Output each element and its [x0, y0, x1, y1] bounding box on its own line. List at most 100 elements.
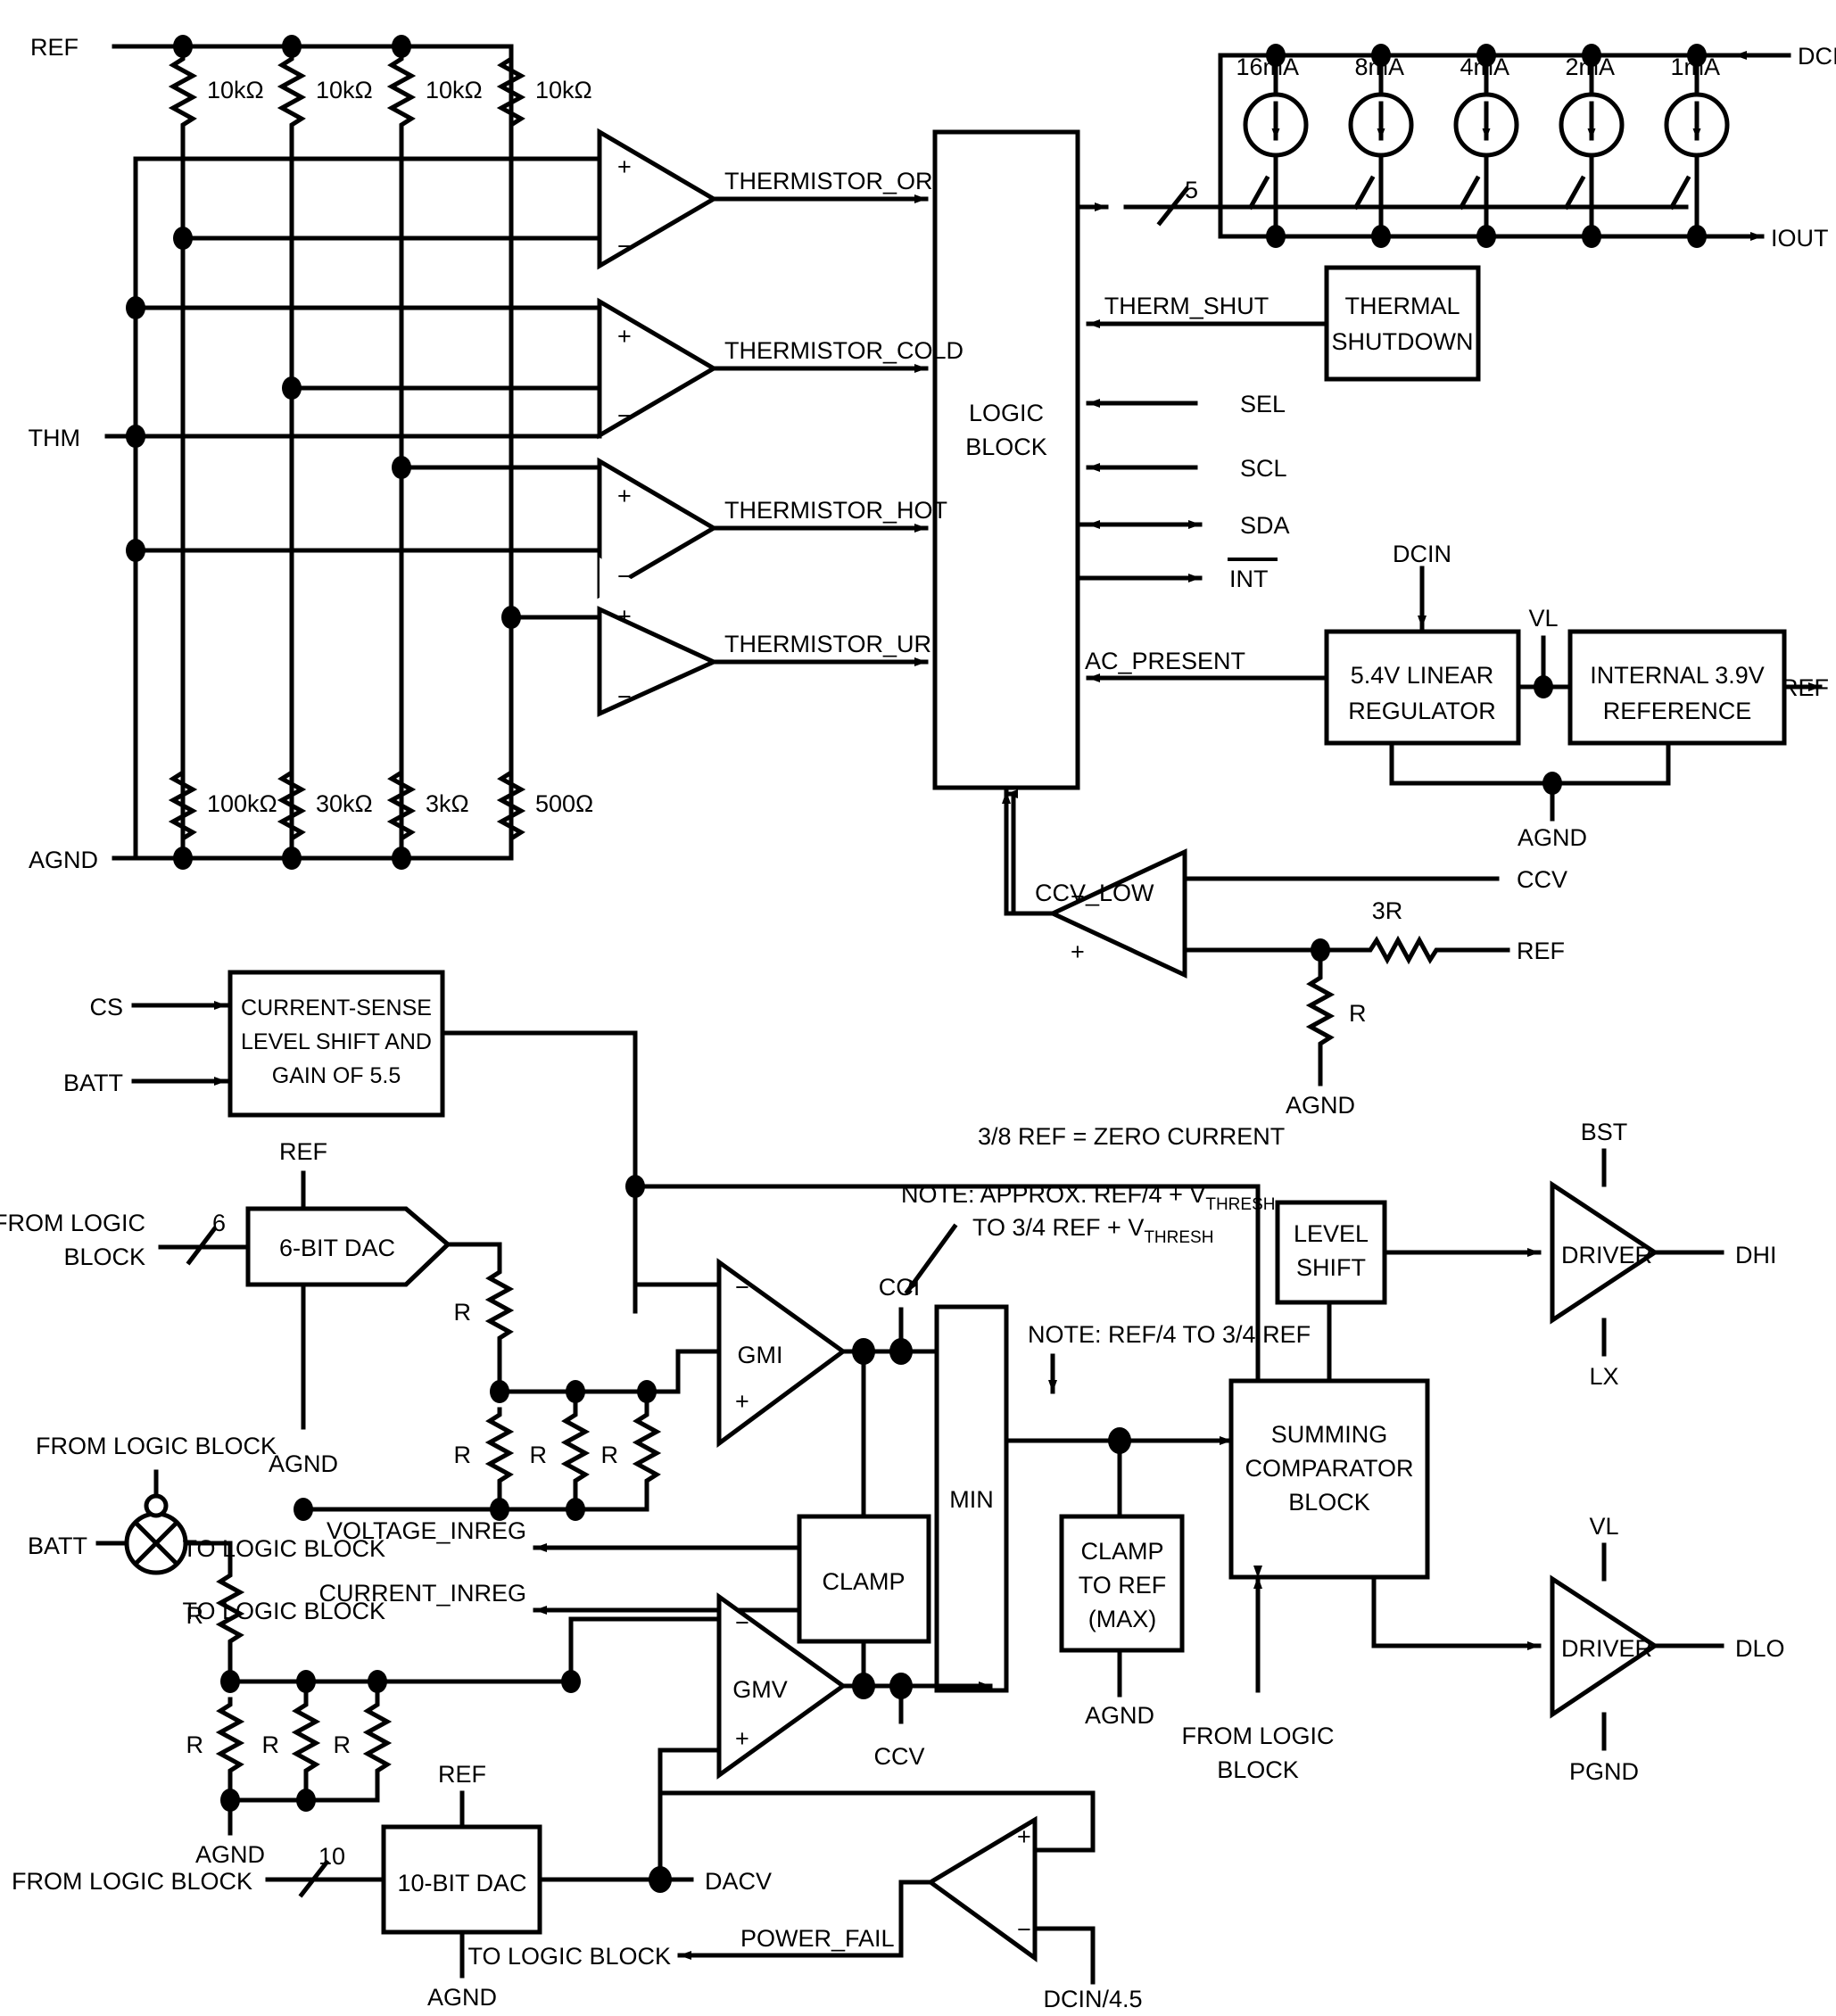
isource-label-8ma: 8mA [1354, 54, 1404, 80]
resistor-label-30k: 30kΩ [316, 790, 373, 817]
resistor-label-r-shunt: R [1349, 1000, 1367, 1027]
signal-sda: SDA [1240, 512, 1290, 539]
thermal-shutdown-line2: SHUTDOWN [1332, 328, 1474, 355]
signal-sel: SEL [1240, 391, 1286, 417]
junction-dots-reg [1534, 675, 1562, 795]
pin-label-lx: LX [1589, 1363, 1618, 1390]
pin-label-ref-dac6: REF [279, 1138, 327, 1165]
isource-label-2ma: 2mA [1565, 54, 1615, 80]
signal-thermistor-cold: THERMISTOR_COLD [724, 337, 963, 364]
pin-label-batt-cs: BATT [63, 1070, 123, 1096]
thermal-shutdown-line1: THERMAL [1344, 293, 1460, 319]
pin-label-dacv: DACV [705, 1868, 772, 1895]
comparator-ur-plus: + [617, 603, 632, 630]
gmv-res-label-3: R [262, 1731, 280, 1758]
pin-label-agnd-dac6: AGND [269, 1450, 338, 1477]
clamp-ref-line2: TO REF [1079, 1572, 1167, 1599]
gmv-res-label-4: R [334, 1731, 351, 1758]
note-min-range: NOTE: REF/4 TO 3/4 REF [1028, 1321, 1311, 1348]
linear-reg-line2: REGULATOR [1348, 698, 1496, 724]
clamp-ref-line1: CLAMP [1080, 1538, 1163, 1565]
isource-label-1ma: 1mA [1670, 54, 1720, 80]
comparator-outputs [711, 194, 929, 666]
pin-label-ref-top: REF [30, 34, 79, 61]
schematic-svg: REF THM AGND 10kΩ 10kΩ 10kΩ 10kΩ 100kΩ 3… [0, 34, 1836, 2012]
level-shift-line1: LEVEL [1294, 1220, 1369, 1247]
pin-label-dlo: DLO [1735, 1635, 1785, 1662]
dac10-label: 10-BIT DAC [397, 1870, 526, 1896]
isource-label-16ma: 16mA [1236, 54, 1299, 80]
resistor-ladder-top [173, 54, 521, 161]
gmv-minus: − [735, 1609, 749, 1636]
signal-power-fail: POWER_FAIL [740, 1925, 895, 1952]
pin-label-agnd-dac10: AGND [427, 1984, 497, 2011]
to-logic-block-pf: TO LOGIC BLOCK [467, 1943, 671, 1970]
pin-label-dcin-45: DCIN/4.5 [1043, 1986, 1142, 2012]
resistor-label-100k: 100kΩ [207, 790, 277, 817]
min-label: MIN [949, 1486, 994, 1513]
thm-dot [126, 425, 145, 448]
comparator-hot-minus: − [617, 563, 632, 590]
junction-dot-divider [1311, 938, 1330, 962]
signal-scl: SCL [1240, 455, 1287, 482]
pin-label-agnd-reg: AGND [1518, 824, 1587, 851]
junction-dot-zero-current [625, 1175, 645, 1198]
pf-plus: + [1017, 1823, 1031, 1850]
pin-label-batt-sw: BATT [28, 1533, 87, 1559]
pin-label-agnd-therm: AGND [29, 847, 98, 873]
signal-ccv-low: CCV_LOW [1035, 880, 1154, 906]
pf-minus: − [1017, 1916, 1031, 1943]
logic-io-lines [1075, 399, 1203, 582]
block-diagram-canvas: REF THM AGND 10kΩ 10kΩ 10kΩ 10kΩ 100kΩ 3… [0, 0, 1836, 2016]
pin-label-dcin-reg: DCIN [1393, 541, 1451, 567]
bus-label-6: 6 [212, 1210, 226, 1236]
signal-thermistor-hot: THERMISTOR_HOT [724, 497, 947, 524]
gmi-res-label-2: R [454, 1442, 472, 1468]
summing-line2: COMPARATOR [1245, 1455, 1413, 1482]
pin-label-cci: CCI [879, 1274, 921, 1301]
gmi-res-label-4: R [601, 1442, 619, 1468]
pin-label-dhi: DHI [1735, 1242, 1777, 1268]
pin-label-ref-dac10: REF [438, 1761, 486, 1788]
from-logic-sum-l2: BLOCK [1217, 1756, 1299, 1783]
current-source-symbols [1243, 92, 1730, 158]
linear-reg-line1: 5.4V LINEAR [1351, 662, 1494, 689]
resistor-label-10k-4: 10kΩ [535, 77, 592, 103]
ccv-low-comparator [1004, 785, 1510, 1086]
gmi-plus: + [735, 1388, 749, 1415]
current-sense-line1: CURRENT-SENSE [241, 996, 432, 1020]
logic-block-label-line1: LOGIC [969, 400, 1044, 426]
isource-label-4ma: 4mA [1460, 54, 1509, 80]
from-logic-sum-l1: FROM LOGIC [1181, 1723, 1334, 1749]
pin-label-ccv-node: CCV [873, 1743, 924, 1770]
gmv-label: GMV [732, 1676, 788, 1703]
driver-lo-label: DRIVER [1561, 1635, 1652, 1662]
driver-hi-label: DRIVER [1561, 1242, 1652, 1268]
resistor-label-3r: 3R [1372, 897, 1403, 924]
comp-ccvlow-plus: + [1071, 938, 1085, 965]
gmi-res-label-3: R [530, 1442, 548, 1468]
internal-ref-line2: REFERENCE [1603, 698, 1752, 724]
dac6-label: 6-BIT DAC [279, 1235, 395, 1261]
resistor-label-500: 500Ω [535, 790, 593, 817]
from-logic-dac10: FROM LOGIC BLOCK [12, 1868, 252, 1895]
gmi-res-label-1: R [454, 1299, 472, 1326]
comparator-or-plus: + [617, 153, 632, 180]
pin-label-cs: CS [89, 994, 123, 1020]
pin-label-thm: THM [29, 425, 80, 451]
signal-therm-shut: THERM_SHUT [1104, 293, 1269, 319]
comparator-hot-plus: + [617, 483, 632, 509]
signal-thermistor-ur: THERMISTOR_UR [724, 631, 931, 657]
clamp-ref-line3: (MAX) [1088, 1606, 1157, 1632]
level-shift-line2: SHIFT [1296, 1254, 1366, 1281]
pin-label-ref-right: REF [1781, 674, 1829, 701]
resistor-label-10k-1: 10kΩ [207, 77, 264, 103]
internal-ref-line1: INTERNAL 3.9V [1590, 662, 1765, 689]
resistor-label-10k-3: 10kΩ [426, 77, 483, 103]
note-zero-current: 3/8 REF = ZERO CURRENT [978, 1123, 1285, 1150]
comparator-cold-minus: − [617, 402, 632, 429]
summing-line1: SUMMING [1271, 1421, 1388, 1448]
current-sense-line3: GAIN OF 5.5 [272, 1063, 401, 1088]
gmi-minus: − [735, 1274, 749, 1301]
to-logic-block-1: TO LOGIC BLOCK [182, 1535, 385, 1562]
